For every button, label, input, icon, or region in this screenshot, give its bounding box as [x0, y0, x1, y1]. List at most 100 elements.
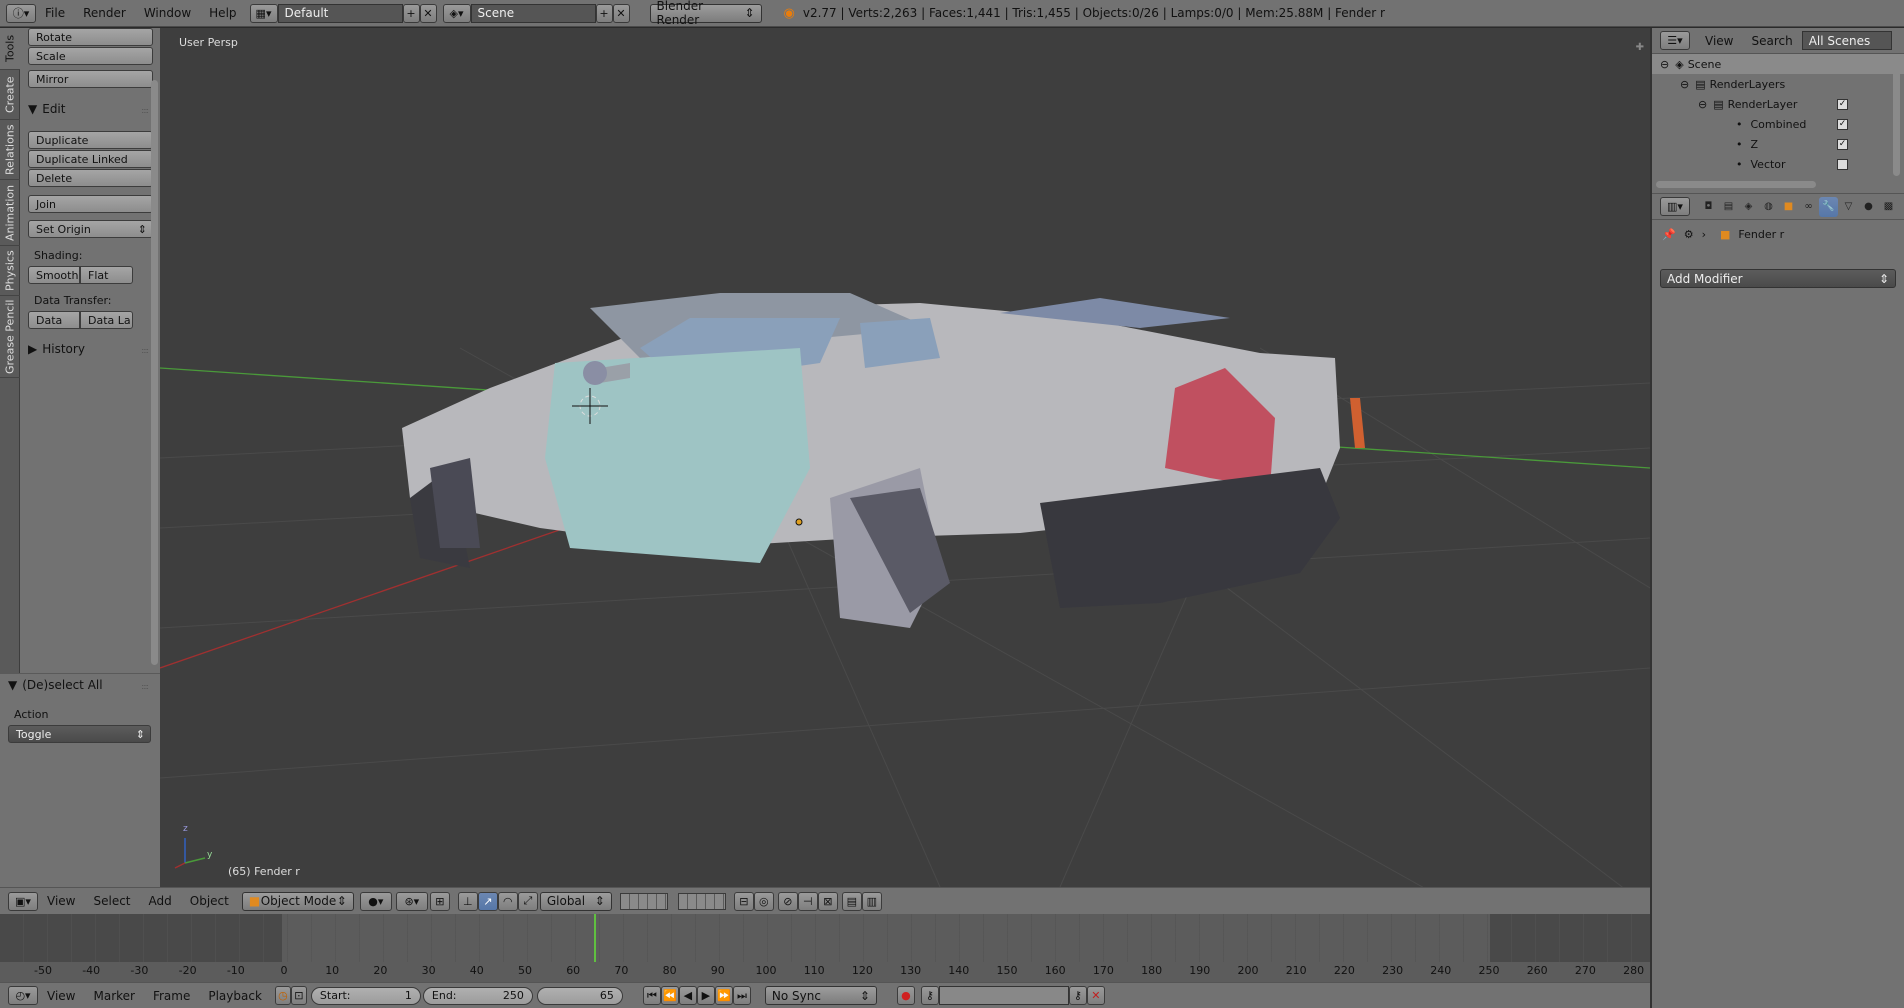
tree-item-scene[interactable]: ⊖ ◈ Scene	[1652, 54, 1904, 74]
menu-render[interactable]: Render	[74, 6, 135, 20]
snap-target-button[interactable]: ⊠	[817, 891, 838, 911]
tab-object[interactable]: ■	[1779, 197, 1798, 217]
snap-element-dropdown[interactable]: ⊣	[797, 891, 818, 911]
panel-grip-icon[interactable]: ::::	[141, 346, 149, 355]
keying-set-button[interactable]: ⚷	[920, 986, 939, 1005]
tree-item-renderlayer[interactable]: ⊖ ▤ RenderLayer ✓	[1652, 94, 1904, 114]
add-scene-button[interactable]: +	[595, 3, 613, 23]
screen-layout-button[interactable]: ▦▾	[249, 3, 278, 23]
tab-render[interactable]: ◘	[1699, 197, 1718, 217]
insert-keyframe-button[interactable]: ⚷	[1068, 986, 1087, 1005]
tab-modifiers[interactable]: 🔧	[1819, 196, 1838, 217]
shade-flat-button[interactable]: Flat	[80, 266, 133, 284]
keying-set-field[interactable]	[938, 986, 1069, 1005]
duplicate-button[interactable]: Duplicate	[28, 131, 153, 149]
tab-animation[interactable]: Animation	[0, 180, 20, 246]
data-transfer-layout-button[interactable]: Data La	[80, 311, 133, 329]
tab-create[interactable]: Create	[0, 70, 20, 120]
rotate-button[interactable]: Rotate	[28, 28, 153, 46]
data-transfer-button[interactable]: Data	[28, 311, 80, 329]
current-frame-field[interactable]: 65	[536, 986, 623, 1005]
scale-mode-button[interactable]: ⤢	[517, 891, 538, 911]
auto-keyframe-button[interactable]: ●	[896, 986, 915, 1005]
add-layout-button[interactable]: +	[402, 3, 420, 23]
menu-search[interactable]: Search	[1742, 34, 1801, 48]
menu-outliner-view[interactable]: View	[1696, 34, 1742, 48]
remove-layout-button[interactable]: ✕	[419, 3, 437, 23]
tree-item-renderlayers[interactable]: ⊖ ▤ RenderLayers	[1652, 74, 1904, 94]
menu-marker[interactable]: Marker	[84, 989, 143, 1003]
editor-type-info-button[interactable]: ⓘ▾	[6, 3, 36, 23]
edit-panel-header[interactable]: ▼ Edit	[28, 102, 65, 116]
layer-buttons-a[interactable]	[619, 892, 668, 910]
object-origin[interactable]	[795, 518, 803, 526]
jump-start-button[interactable]: ⏮	[642, 986, 661, 1005]
join-button[interactable]: Join	[28, 195, 153, 213]
manipulator-toggle[interactable]: ⊞	[429, 891, 450, 911]
action-dropdown[interactable]: Toggle ⇕	[8, 725, 151, 743]
opengl-render-button[interactable]: ▤	[841, 891, 862, 911]
tree-item-vector[interactable]: • Vector	[1652, 154, 1904, 174]
display-mode-dropdown[interactable]: All Scenes	[1801, 31, 1892, 50]
pivot-point-button[interactable]: ⊛▾	[395, 891, 428, 911]
set-origin-dropdown[interactable]: Set Origin ⇕	[28, 220, 153, 238]
opengl-render-anim-button[interactable]: ▥	[861, 891, 882, 911]
collapse-icon[interactable]: ⊖	[1660, 58, 1669, 71]
menu-file[interactable]: File	[36, 6, 74, 20]
jump-end-button[interactable]: ⏭	[732, 986, 751, 1005]
jump-keyframe-forward-button[interactable]: ⏩	[714, 986, 733, 1005]
collapse-icon[interactable]: ⊖	[1698, 98, 1707, 111]
panel-grip-icon[interactable]: ::::	[141, 682, 149, 691]
tab-world[interactable]: ◍	[1759, 197, 1778, 217]
end-frame-field[interactable]: End: 250	[422, 986, 533, 1005]
3d-viewport[interactable]: User Persp z y (65) Fender r ✚	[160, 28, 1650, 887]
viewport-corner-plus-icon[interactable]: ✚	[1636, 42, 1644, 53]
scene-field[interactable]: Scene	[470, 3, 596, 23]
menu-frame[interactable]: Frame	[144, 989, 199, 1003]
transform-orientation-dropdown[interactable]: Global ⇕	[539, 891, 612, 911]
timeline[interactable]: -50 -40 -30 -20 -10 0 10 20 30 40 50 60 70 80 90 100 110…	[0, 914, 1650, 982]
renderlayer-checkbox[interactable]: ✓	[1837, 98, 1848, 110]
vector-checkbox[interactable]	[1837, 158, 1848, 170]
sync-mode-dropdown[interactable]: No Sync ⇕	[764, 986, 877, 1005]
editor-type-properties-button[interactable]: ▥▾	[1660, 197, 1690, 216]
outliner-vscrollbar[interactable]	[1893, 56, 1900, 176]
mode-dropdown[interactable]: ■ Object Mode ⇕	[241, 891, 354, 911]
pin-icon[interactable]: 📌	[1662, 228, 1676, 241]
rotate-mode-button[interactable]: ◠	[497, 891, 518, 911]
shade-smooth-button[interactable]: Smooth	[28, 266, 80, 284]
tab-render-layers[interactable]: ▤	[1719, 197, 1738, 217]
menu-object[interactable]: Object	[181, 894, 238, 908]
tree-item-z[interactable]: • Z ✓	[1652, 134, 1904, 154]
tab-scene[interactable]: ◈	[1739, 197, 1758, 217]
start-frame-field[interactable]: Start: 1	[310, 986, 421, 1005]
car-model[interactable]	[402, 293, 1365, 628]
play-reverse-button[interactable]: ◀	[678, 986, 697, 1005]
menu-help[interactable]: Help	[200, 6, 245, 20]
delete-button[interactable]: Delete	[28, 169, 153, 187]
preview-range-button[interactable]: ◷	[274, 986, 291, 1005]
editor-type-outliner-button[interactable]: ☰▾	[1660, 31, 1690, 50]
lock-layers-button[interactable]: ⊟	[733, 891, 754, 911]
menu-playback[interactable]: Playback	[199, 989, 271, 1003]
tab-constraints[interactable]: ∞	[1799, 197, 1818, 217]
duplicate-linked-button[interactable]: Duplicate Linked	[28, 150, 153, 168]
history-panel-header[interactable]: ▶ History	[28, 342, 85, 356]
viewport-shading-button[interactable]: ●▾	[359, 891, 392, 911]
scene-select-button[interactable]: ◈▾	[442, 3, 471, 23]
layer-buttons-b[interactable]	[677, 892, 726, 910]
menu-select[interactable]: Select	[84, 894, 139, 908]
add-modifier-dropdown[interactable]: Add Modifier ⇕	[1660, 269, 1896, 288]
translate-mode-button[interactable]: ↗	[477, 891, 498, 911]
remove-scene-button[interactable]: ✕	[612, 3, 630, 23]
proportional-edit-button[interactable]: ◎	[753, 891, 774, 911]
tab-tools[interactable]: Tools	[0, 28, 20, 70]
menu-add[interactable]: Add	[140, 894, 181, 908]
panel-grip-icon[interactable]: ::::	[141, 106, 149, 115]
menu-view[interactable]: View	[38, 894, 84, 908]
operator-panel-header[interactable]: ▼ (De)select All	[8, 678, 103, 692]
menu-window[interactable]: Window	[135, 6, 200, 20]
z-checkbox[interactable]: ✓	[1837, 138, 1848, 150]
delete-keyframe-button[interactable]: ✕	[1086, 986, 1105, 1005]
jump-keyframe-back-button[interactable]: ⏪	[660, 986, 679, 1005]
